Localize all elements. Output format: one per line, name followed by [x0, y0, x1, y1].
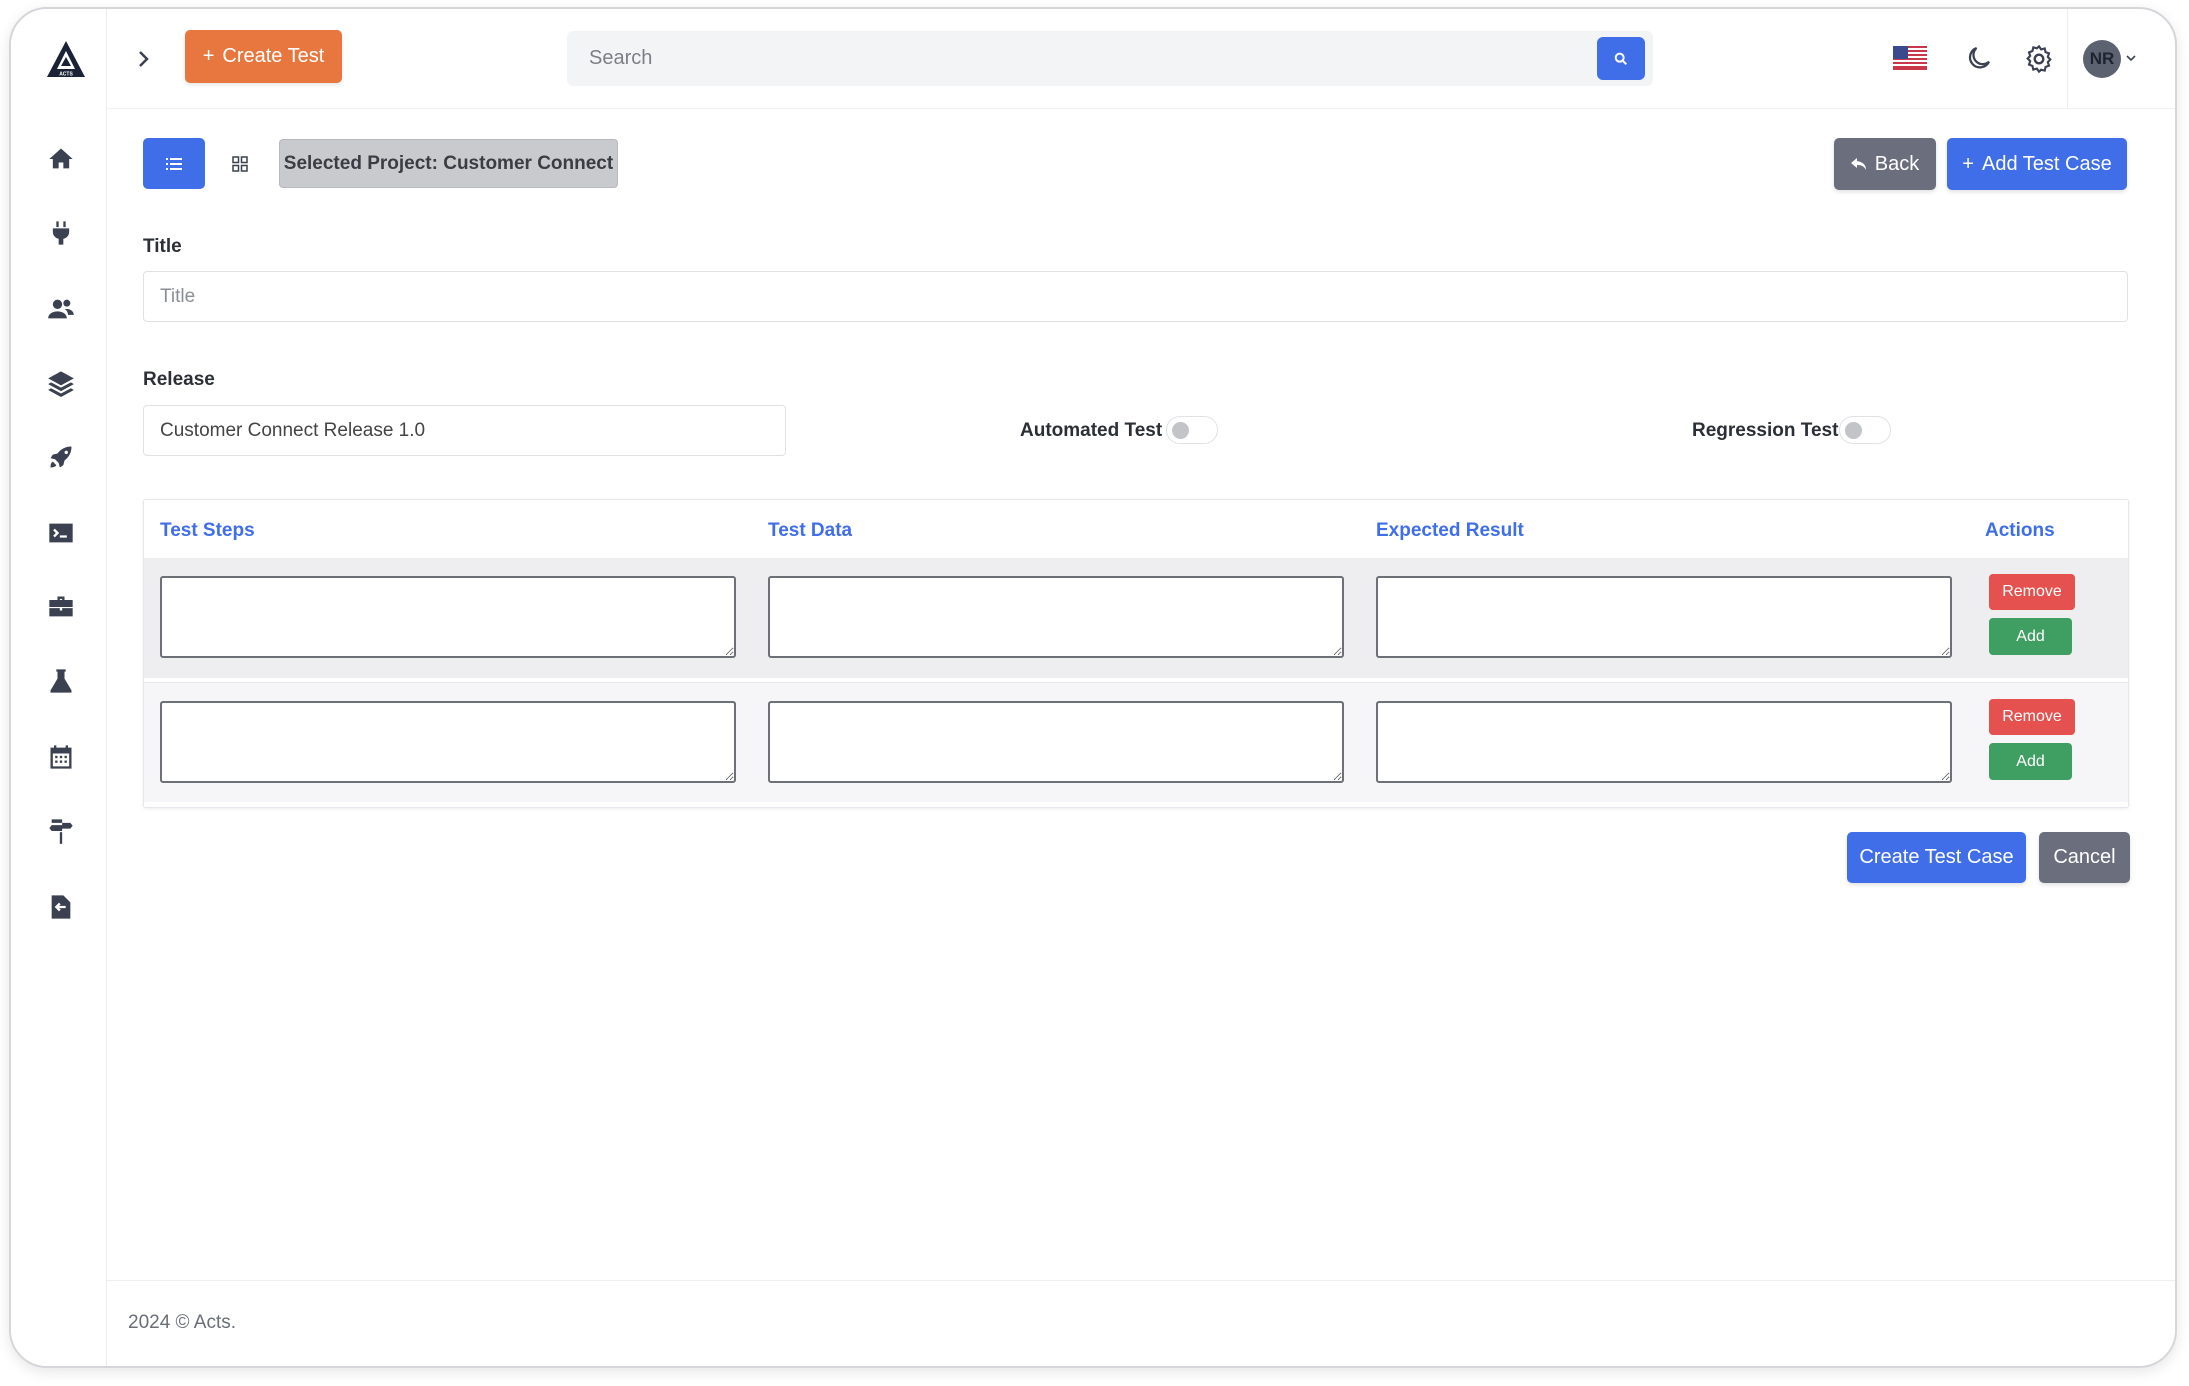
home-icon	[49, 148, 73, 169]
remove-row-button[interactable]: Remove	[1989, 574, 2075, 610]
rocket-icon	[50, 446, 72, 468]
add-test-case-button[interactable]: + Add Test Case	[1947, 138, 2127, 190]
briefcase-icon	[49, 596, 73, 617]
list-icon	[166, 157, 182, 170]
add-row-button[interactable]: Add	[1989, 618, 2072, 655]
title-input[interactable]	[143, 271, 2128, 322]
header-test-steps: Test Steps	[160, 520, 255, 541]
sidebar-item-console[interactable]	[43, 515, 79, 551]
search-button[interactable]	[1597, 37, 1645, 80]
app-window: ACTS + Create Test Search NR Selected Pr…	[9, 7, 2177, 1368]
main-content: Selected Project: Customer Connect Back …	[107, 109, 2175, 1280]
grid-icon	[232, 155, 248, 172]
calendar-icon	[50, 745, 72, 769]
file-import-icon	[51, 895, 71, 919]
list-view-button[interactable]	[143, 138, 205, 189]
topbar: + Create Test NR	[107, 9, 2175, 109]
regression-test-toggle[interactable]	[1839, 416, 1891, 444]
create-test-button[interactable]: + Create Test	[185, 30, 342, 83]
sidebar-item-deployments[interactable]	[43, 439, 79, 475]
search-bar	[567, 31, 1653, 86]
add-row-button[interactable]: Add	[1989, 743, 2072, 780]
sidebar-item-home[interactable]	[43, 141, 79, 177]
sidebar-item-integrations[interactable]	[43, 215, 79, 251]
us-flag-icon[interactable]	[1893, 46, 1927, 70]
test-steps-table: Test Steps Test Data Expected Result Act…	[143, 499, 2129, 808]
test-data-textarea[interactable]	[768, 576, 1344, 658]
sidebar-item-calendar[interactable]	[43, 739, 79, 775]
expected-result-textarea[interactable]	[1376, 701, 1952, 783]
plus-icon: +	[1962, 152, 1974, 175]
create-test-label: Create Test	[222, 45, 325, 67]
test-step-textarea[interactable]	[160, 576, 736, 658]
terminal-icon	[49, 523, 73, 543]
test-step-textarea[interactable]	[160, 701, 736, 783]
table-row: Remove Add	[144, 682, 2128, 802]
sidebar-item-projects[interactable]	[43, 589, 79, 625]
logo-text: ACTS	[59, 72, 73, 78]
regression-test-label: Regression Test	[1692, 420, 1839, 441]
footer: 2024 © Acts.	[107, 1280, 2175, 1366]
sidebar-item-roadmap[interactable]	[43, 813, 79, 849]
automated-test-label: Automated Test	[1020, 420, 1163, 441]
header-test-data: Test Data	[768, 520, 853, 541]
reply-arrow-icon	[1850, 158, 1866, 170]
acts-logo[interactable]: ACTS	[45, 39, 87, 81]
topbar-divider	[2067, 9, 2068, 109]
add-test-case-label: Add Test Case	[1981, 152, 2112, 175]
footer-copyright: 2024 © Acts.	[128, 1312, 237, 1333]
search-icon	[1614, 52, 1628, 65]
title-label: Title	[143, 236, 182, 257]
sidebar-item-tests[interactable]	[43, 663, 79, 699]
plus-icon: +	[202, 45, 215, 67]
release-label: Release	[143, 369, 215, 390]
settings-gear-icon[interactable]	[2023, 43, 2055, 75]
toggle-knob	[1845, 422, 1862, 439]
release-input[interactable]	[143, 405, 786, 456]
create-test-case-button[interactable]: Create Test Case	[1847, 832, 2026, 883]
sidebar: ACTS	[11, 9, 107, 1366]
automated-test-toggle[interactable]	[1166, 416, 1218, 444]
sidebar-item-users[interactable]	[43, 291, 79, 327]
dark-mode-moon-icon[interactable]	[1964, 43, 1994, 73]
header-actions: Actions	[1985, 520, 2055, 541]
layers-icon	[48, 371, 74, 397]
user-avatar[interactable]: NR	[2083, 40, 2121, 78]
chevron-down-icon[interactable]	[2125, 52, 2137, 64]
plug-icon	[52, 221, 70, 245]
users-icon	[48, 299, 74, 319]
back-button[interactable]: Back	[1834, 138, 1936, 190]
grid-view-button[interactable]	[215, 138, 265, 189]
sidebar-item-layers[interactable]	[43, 365, 79, 401]
signpost-icon	[49, 819, 73, 844]
test-data-textarea[interactable]	[768, 701, 1344, 783]
toggle-knob	[1172, 422, 1189, 439]
table-row: Remove Add	[144, 558, 2128, 678]
selected-project-badge: Selected Project: Customer Connect	[279, 139, 618, 188]
sidebar-item-import[interactable]	[43, 889, 79, 925]
sidebar-toggle-chevron-icon[interactable]	[131, 47, 155, 71]
cancel-button[interactable]: Cancel	[2039, 832, 2130, 883]
back-label: Back	[1874, 152, 1920, 175]
header-expected-result: Expected Result	[1376, 520, 1524, 541]
remove-row-button[interactable]: Remove	[1989, 699, 2075, 735]
flask-icon	[50, 669, 72, 693]
expected-result-textarea[interactable]	[1376, 576, 1952, 658]
search-input[interactable]	[567, 31, 1567, 86]
